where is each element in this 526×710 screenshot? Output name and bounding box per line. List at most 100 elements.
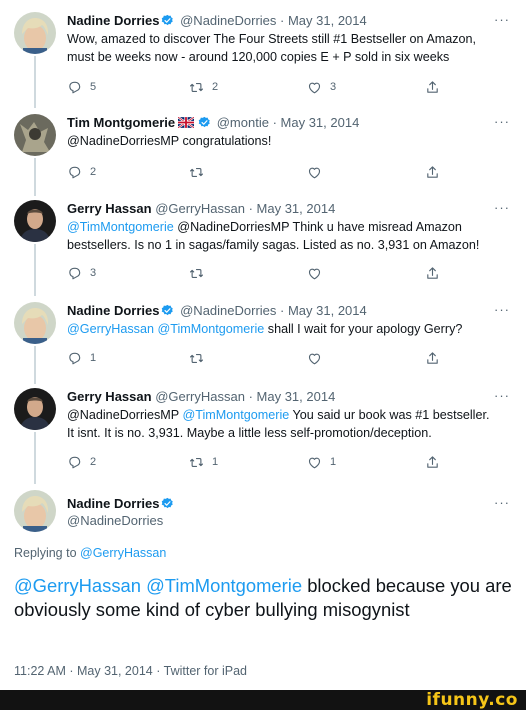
more-options-icon[interactable]: ···: [494, 388, 510, 403]
mention-link[interactable]: @TimMontgomerie: [146, 575, 302, 596]
tweet-text: @NadineDorriesMP @TimMontgomerie You sai…: [67, 406, 512, 442]
tweet-text-line: @GerryHassan @TimMontgomerie shall I wai…: [67, 320, 512, 338]
mention-link[interactable]: @TimMontgomerie: [67, 220, 174, 234]
mention-link[interactable]: @TimMontgomerie: [182, 408, 289, 422]
author-name[interactable]: Nadine Dorries: [67, 303, 159, 318]
tweet-date[interactable]: · May 31, 2014: [249, 389, 336, 404]
author-name[interactable]: Gerry Hassan: [67, 201, 152, 216]
more-options-icon[interactable]: ···: [494, 200, 510, 215]
tweet-header: Tim Montgomerie @montie · May 31, 2014: [67, 114, 359, 131]
reply-button[interactable]: 3: [67, 264, 96, 282]
verified-icon: [161, 14, 174, 27]
share-icon: [425, 165, 440, 180]
avatar[interactable]: [14, 302, 56, 344]
author-name[interactable]: Nadine Dorries: [67, 495, 176, 512]
tweet-actions: 3: [67, 264, 447, 282]
reply-button[interactable]: 1: [67, 349, 96, 367]
author-name[interactable]: Nadine Dorries: [67, 13, 159, 28]
reply-button[interactable]: 2: [67, 163, 96, 181]
watermark-logo: ifunny.co: [426, 690, 518, 710]
reply-count: 3: [90, 267, 97, 279]
author-handle[interactable]: @NadineDorries: [180, 13, 276, 28]
replying-label: Replying to: [14, 546, 81, 560]
retweet-icon: [189, 455, 204, 470]
tweet-text-line: Wow, amazed to discover The Four Streets…: [67, 32, 477, 46]
tweet-timestamp[interactable]: 11:22 AM · May 31, 2014 · Twitter for iP…: [14, 664, 247, 678]
tweet-text-line: It isnt. It is no. 3,931. Maybe a little…: [67, 426, 432, 440]
like-count: 3: [330, 81, 337, 93]
tweet-date[interactable]: · May 31, 2014: [273, 115, 360, 130]
author-handle[interactable]: @NadineDorries: [67, 512, 163, 529]
verified-icon: [198, 116, 211, 129]
reply-icon: [67, 455, 82, 470]
tweet[interactable]: Nadine Dorries @NadineDorries · May 31, …: [0, 302, 526, 374]
retweet-icon: [189, 80, 204, 95]
reply-button[interactable]: 5: [67, 78, 96, 96]
avatar[interactable]: [14, 388, 56, 430]
author-name[interactable]: Tim Montgomerie: [67, 115, 175, 130]
mention-link[interactable]: @GerryHassan: [67, 322, 154, 336]
avatar[interactable]: [14, 490, 56, 532]
tweet-text-fragment: @NadineDorriesMP: [67, 408, 183, 422]
avatar[interactable]: [14, 200, 56, 242]
reply-icon: [67, 266, 82, 281]
author-name[interactable]: Gerry Hassan: [67, 389, 152, 404]
share-button[interactable]: [425, 78, 440, 96]
tweet-text-line: @NadineDorriesMP congratulations!: [67, 134, 272, 148]
like-button[interactable]: 1: [307, 453, 336, 471]
tweet[interactable]: Tim Montgomerie @montie · May 31, 2014 ·…: [0, 114, 526, 186]
retweet-button[interactable]: 2: [189, 78, 218, 96]
share-icon: [425, 266, 440, 281]
mention-link[interactable]: @GerryHassan: [80, 546, 166, 560]
like-icon: [307, 351, 322, 366]
tweet[interactable]: Gerry Hassan @GerryHassan · May 31, 2014…: [0, 200, 526, 290]
like-button[interactable]: 3: [307, 78, 336, 96]
share-button[interactable]: [425, 163, 440, 181]
author-handle[interactable]: @GerryHassan: [155, 201, 245, 216]
like-button[interactable]: [307, 349, 330, 367]
reply-button[interactable]: 2: [67, 453, 96, 471]
tweet-actions: 5 2 3: [67, 78, 447, 96]
more-options-icon[interactable]: ···: [494, 114, 510, 129]
mention-link[interactable]: @GerryHassan: [14, 575, 141, 596]
tweet-date[interactable]: · May 31, 2014: [280, 13, 367, 28]
tweet[interactable]: Gerry Hassan @GerryHassan · May 31, 2014…: [0, 388, 526, 478]
retweet-button[interactable]: [189, 163, 212, 181]
tweet-date[interactable]: · May 31, 2014: [280, 303, 367, 318]
like-icon: [307, 165, 322, 180]
like-icon: [307, 266, 322, 281]
share-button[interactable]: [425, 349, 440, 367]
share-button[interactable]: [425, 264, 440, 282]
like-count: 1: [330, 456, 337, 468]
retweet-icon: [189, 266, 204, 281]
tweet-text: @TimMontgomerie @NadineDorriesMP Think u…: [67, 218, 512, 254]
more-options-icon[interactable]: ···: [494, 302, 510, 317]
tweet-actions: 2: [67, 163, 447, 181]
tweet-text-fragment: shall I wait for your apology Gerry?: [264, 322, 463, 336]
tweet-text: Wow, amazed to discover The Four Streets…: [67, 30, 512, 66]
tweet-text-line: must be weeks now - around 120,000 copie…: [67, 50, 450, 64]
mention-link[interactable]: @TimMontgomerie: [157, 322, 264, 336]
tweet-actions: 1: [67, 349, 447, 367]
avatar[interactable]: [14, 12, 56, 54]
share-button[interactable]: [425, 453, 440, 471]
tweet[interactable]: Nadine Dorries @NadineDorries · May 31, …: [0, 12, 526, 102]
replying-to: Replying to @GerryHassan: [14, 546, 166, 560]
author-handle[interactable]: @GerryHassan: [155, 389, 245, 404]
avatar[interactable]: [14, 114, 56, 156]
tweet-header: Nadine Dorries @NadineDorries · May 31, …: [67, 12, 367, 29]
retweet-button[interactable]: 1: [189, 453, 218, 471]
more-options-icon[interactable]: ···: [494, 12, 510, 27]
more-options-icon[interactable]: ···: [494, 495, 510, 510]
retweet-button[interactable]: [189, 264, 212, 282]
like-button[interactable]: [307, 264, 330, 282]
tweet-text: @NadineDorriesMP congratulations!: [67, 132, 512, 150]
retweet-button[interactable]: [189, 349, 212, 367]
author-handle[interactable]: @montie: [217, 115, 269, 130]
author-handle[interactable]: @NadineDorries: [180, 303, 276, 318]
like-button[interactable]: [307, 163, 330, 181]
share-icon: [425, 80, 440, 95]
tweet-date[interactable]: · May 31, 2014: [249, 201, 336, 216]
verified-icon: [161, 304, 174, 317]
tweet-text-line: bestsellers. Is no 1 in sagas/family sag…: [67, 238, 480, 252]
